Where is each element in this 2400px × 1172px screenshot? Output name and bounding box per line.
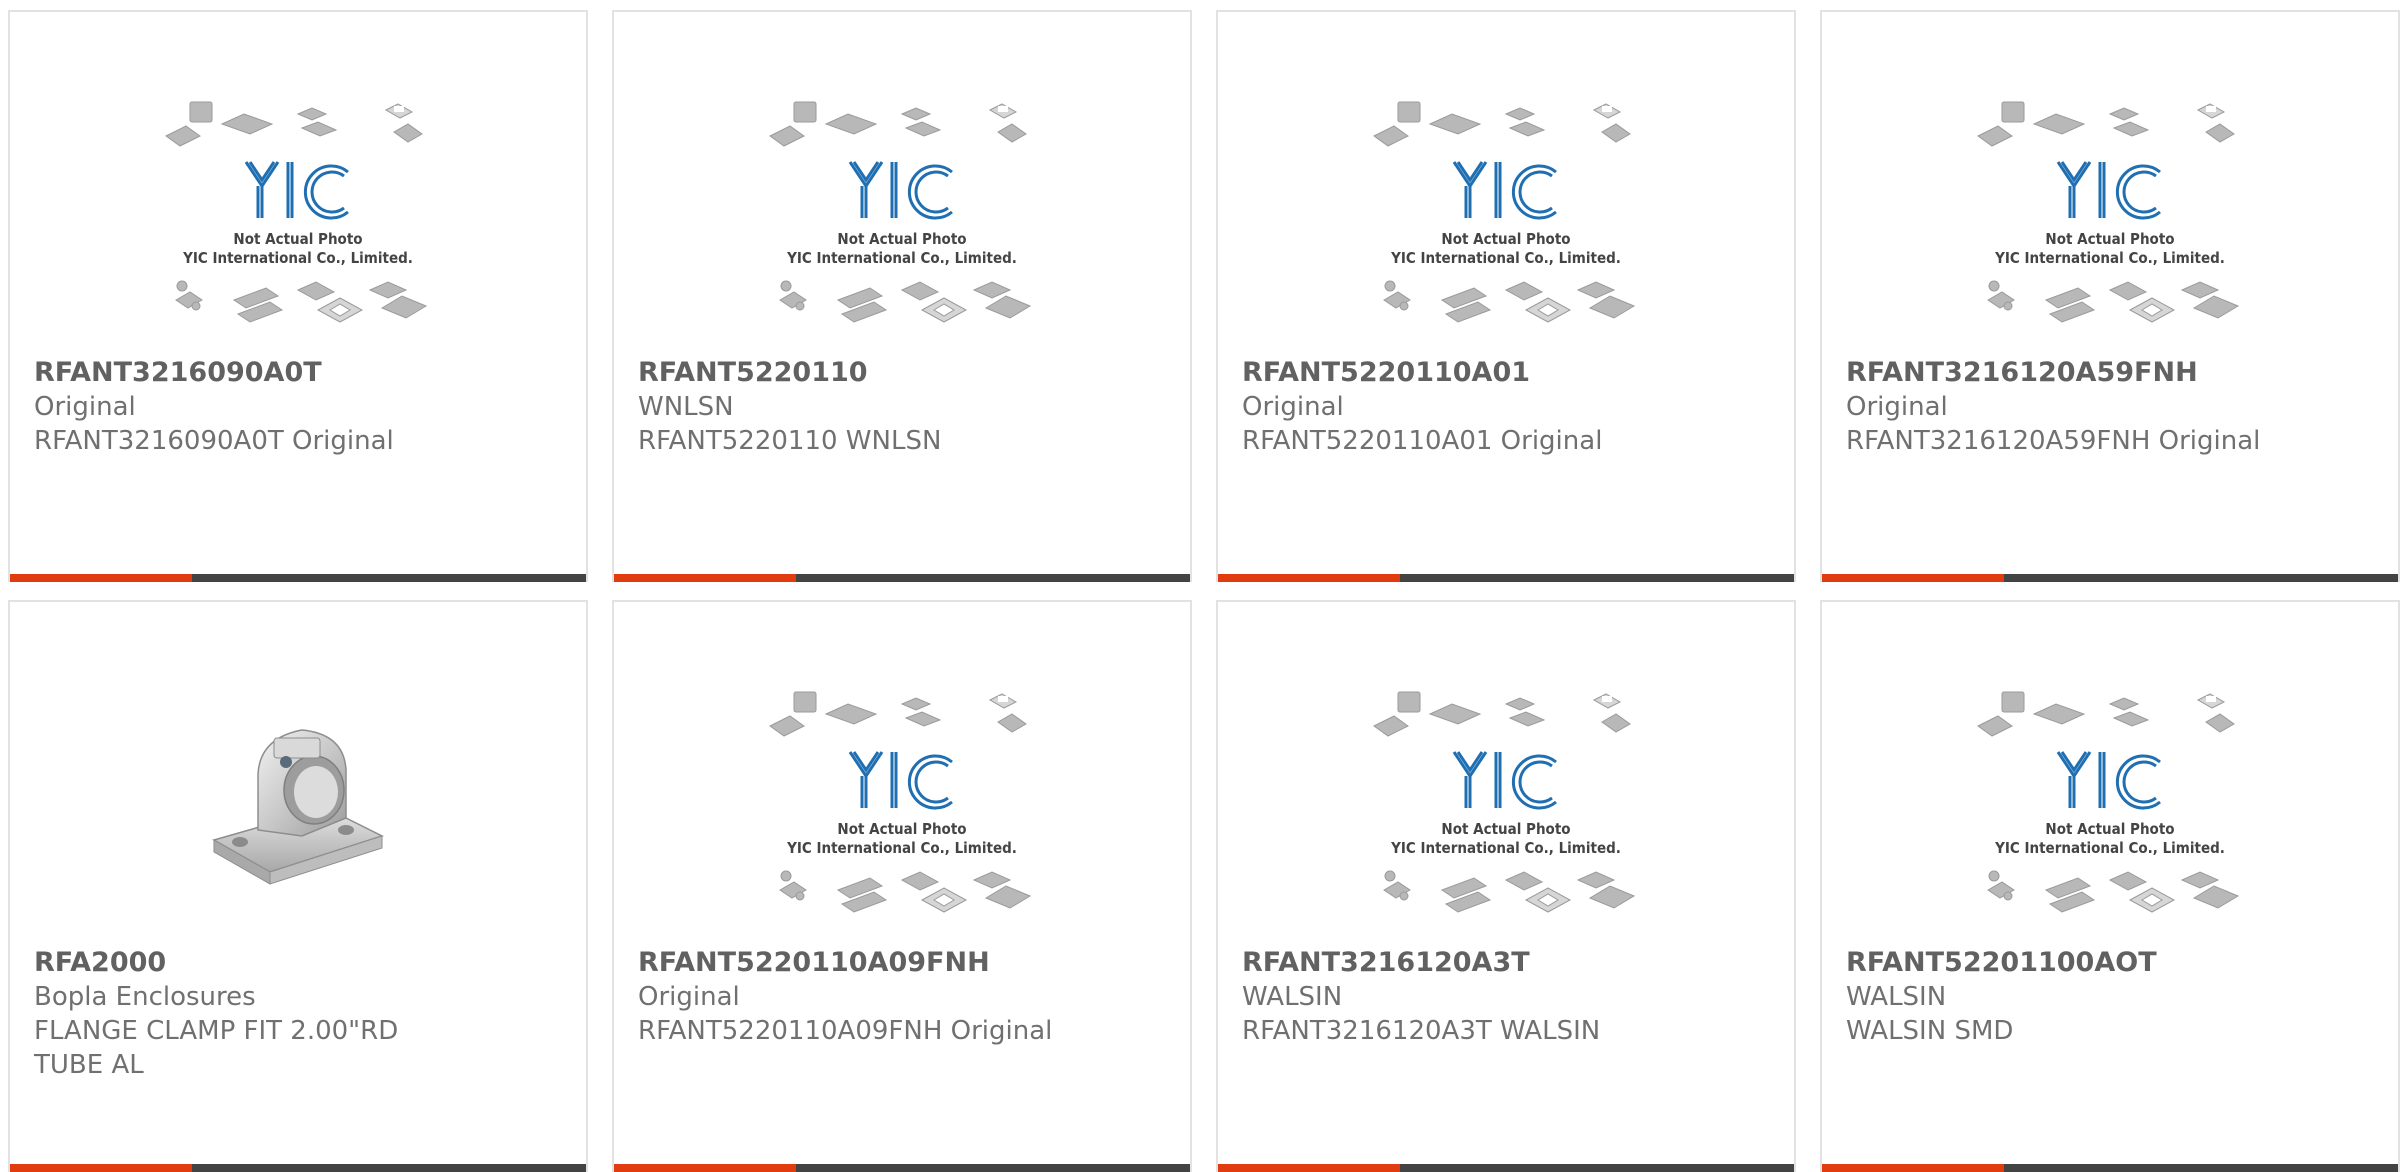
product-image[interactable]: Not Actual Photo YIC International Co., …: [1822, 690, 2398, 942]
card-footer-bar: [614, 1164, 1190, 1172]
product-image[interactable]: Not Actual Photo YIC International Co., …: [10, 100, 586, 352]
manufacturer-label: Bopla Enclosures: [34, 982, 256, 1012]
svg-text:Not Actual Photo: Not Actual Photo: [837, 820, 966, 838]
manufacturer-label: Original: [638, 982, 740, 1012]
placeholder-photo-icon: Not Actual Photo YIC International Co., …: [1373, 691, 1636, 913]
card-footer-bar: [614, 574, 1190, 582]
part-number[interactable]: RFANT5220110A01: [1242, 356, 1778, 390]
product-description: RFANT5220110 WNLSN: [638, 426, 942, 456]
card-footer-bar: [1822, 1164, 2398, 1172]
product-card[interactable]: Not Actual Photo YIC International Co., …: [612, 10, 1192, 582]
svg-text:Not Actual Photo: Not Actual Photo: [2045, 820, 2174, 838]
card-footer-bar: [1218, 1164, 1794, 1172]
manufacturer-label: WALSIN: [1242, 982, 1343, 1012]
manufacturer-label: Original: [34, 392, 136, 422]
product-card[interactable]: Not Actual Photo YIC International Co., …: [612, 600, 1192, 1172]
placeholder-photo-icon: Not Actual Photo YIC International Co., …: [769, 101, 1032, 323]
product-description: FLANGE CLAMP FIT 2.00"RD TUBE AL: [34, 1016, 399, 1080]
flange-clamp-photo-icon: [212, 729, 384, 885]
placeholder-photo-icon: Not Actual Photo YIC International Co., …: [1977, 691, 2240, 913]
card-footer-bar: [10, 574, 586, 582]
product-card[interactable]: Not Actual Photo YIC International Co., …: [1216, 10, 1796, 582]
part-number[interactable]: RFANT52201100AOT: [1846, 946, 2382, 980]
part-number[interactable]: RFANT3216090A0T: [34, 356, 570, 390]
card-footer-bar: [1822, 574, 2398, 582]
manufacturer-label: Original: [1242, 392, 1344, 422]
part-number[interactable]: RFANT5220110: [638, 356, 1174, 390]
manufacturer-label: WNLSN: [638, 392, 734, 422]
svg-text:YIC International Co., Limited: YIC International Co., Limited.: [1994, 839, 2225, 857]
manufacturer-label: Original: [1846, 392, 1948, 422]
svg-text:YIC International Co., Limited: YIC International Co., Limited.: [1390, 249, 1621, 267]
svg-text:Not Actual Photo: Not Actual Photo: [233, 230, 362, 248]
part-number[interactable]: RFA2000: [34, 946, 570, 980]
card-footer-bar: [1218, 574, 1794, 582]
svg-text:Not Actual Photo: Not Actual Photo: [1441, 820, 1570, 838]
product-image[interactable]: Not Actual Photo YIC International Co., …: [1822, 100, 2398, 352]
card-footer-bar: [10, 1164, 586, 1172]
part-number[interactable]: RFANT3216120A59FNH: [1846, 356, 2382, 390]
svg-text:YIC International Co., Limited: YIC International Co., Limited.: [182, 249, 413, 267]
product-description: RFANT3216120A59FNH Original: [1846, 426, 2261, 456]
svg-text:YIC International Co., Limited: YIC International Co., Limited.: [786, 839, 1017, 857]
product-image[interactable]: Not Actual Photo YIC International Co., …: [1218, 100, 1794, 352]
part-number[interactable]: RFANT3216120A3T: [1242, 946, 1778, 980]
product-image[interactable]: Not Actual Photo YIC International Co., …: [1218, 690, 1794, 942]
svg-text:YIC International Co., Limited: YIC International Co., Limited.: [786, 249, 1017, 267]
product-description: RFANT3216090A0T Original: [34, 426, 394, 456]
product-description: RFANT3216120A3T WALSIN: [1242, 1016, 1601, 1046]
manufacturer-label: WALSIN: [1846, 982, 1947, 1012]
svg-text:Not Actual Photo: Not Actual Photo: [837, 230, 966, 248]
product-card[interactable]: RFA2000 Bopla Enclosures FLANGE CLAMP FI…: [8, 600, 588, 1172]
svg-text:Not Actual Photo: Not Actual Photo: [2045, 230, 2174, 248]
svg-text:Not Actual Photo: Not Actual Photo: [1441, 230, 1570, 248]
placeholder-photo-icon: Not Actual Photo YIC International Co., …: [769, 691, 1032, 913]
product-card[interactable]: Not Actual Photo YIC International Co., …: [1216, 600, 1796, 1172]
product-description: RFANT5220110A09FNH Original: [638, 1016, 1053, 1046]
product-card[interactable]: Not Actual Photo YIC International Co., …: [1820, 600, 2400, 1172]
product-card[interactable]: Not Actual Photo YIC International Co., …: [8, 10, 588, 582]
product-description: RFANT5220110A01 Original: [1242, 426, 1603, 456]
product-image[interactable]: [10, 690, 586, 942]
product-grid: Not Actual Photo YIC International Co., …: [0, 0, 2400, 1172]
product-card[interactable]: Not Actual Photo YIC International Co., …: [1820, 10, 2400, 582]
product-image[interactable]: Not Actual Photo YIC International Co., …: [614, 100, 1190, 352]
placeholder-photo-icon: Not Actual Photo YIC International Co., …: [1373, 101, 1636, 323]
part-number[interactable]: RFANT5220110A09FNH: [638, 946, 1174, 980]
placeholder-photo-icon: Not Actual Photo YIC International Co., …: [165, 101, 428, 323]
placeholder-photo-icon: Not Actual Photo YIC International Co., …: [1977, 101, 2240, 323]
svg-text:YIC International Co., Limited: YIC International Co., Limited.: [1994, 249, 2225, 267]
product-description: WALSIN SMD: [1846, 1016, 2014, 1046]
svg-text:YIC International Co., Limited: YIC International Co., Limited.: [1390, 839, 1621, 857]
product-image[interactable]: Not Actual Photo YIC International Co., …: [614, 690, 1190, 942]
